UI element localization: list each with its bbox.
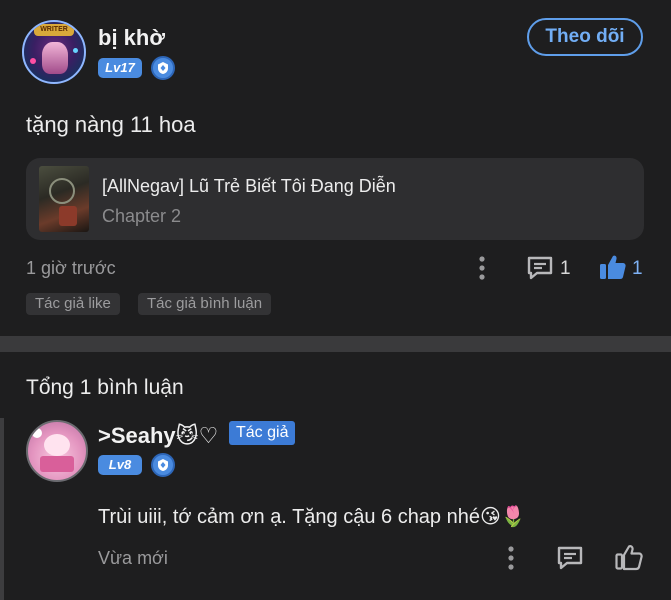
- author-badge: Tác giả: [229, 421, 296, 445]
- follow-button[interactable]: Theo dõi: [527, 18, 643, 56]
- cover-art: [49, 178, 75, 204]
- thumbs-up-icon[interactable]: [598, 252, 628, 282]
- avatar-decoration: [32, 428, 42, 438]
- comment-time: Vừa mới: [98, 548, 168, 568]
- post-username[interactable]: bị khờ: [98, 25, 165, 51]
- story-card[interactable]: [AllNegav] Lũ Trẻ Biết Tôi Đang Diễn Cha…: [26, 158, 644, 240]
- more-vertical-icon[interactable]: [501, 544, 521, 572]
- post-text: tặng nàng 11 hoa: [26, 112, 196, 137]
- level-badge: Lv17: [98, 58, 142, 78]
- tag-author-comment[interactable]: Tác giả bình luận: [138, 293, 272, 315]
- comment-icon[interactable]: [526, 254, 554, 282]
- avatar-decoration: [73, 48, 78, 53]
- reply-icon[interactable]: [556, 544, 584, 572]
- comment-avatar[interactable]: [26, 420, 88, 482]
- post-time: 1 giờ trước: [26, 258, 116, 278]
- tag-author-like[interactable]: Tác giả like: [26, 293, 120, 315]
- scrollbar[interactable]: [0, 418, 4, 600]
- avatar-writer-frame: WRITER: [34, 24, 74, 36]
- thumbs-up-icon[interactable]: [614, 542, 644, 572]
- avatar-decoration: [30, 58, 36, 64]
- avatar-decoration: [40, 456, 74, 472]
- section-divider: [0, 336, 671, 352]
- shield-icon: [151, 56, 175, 80]
- more-vertical-icon[interactable]: [472, 254, 492, 282]
- story-chapter: Chapter 2: [102, 206, 182, 226]
- like-count: 1: [632, 258, 643, 279]
- level-badge: Lv8: [98, 455, 142, 475]
- comments-total: Tổng 1 bình luận: [26, 376, 184, 399]
- story-title: [AllNegav] Lũ Trẻ Biết Tôi Đang Diễn: [102, 176, 396, 196]
- comment-text: Trùi uiii, tớ cảm ơn ạ. Tặng cậu 6 chap …: [98, 506, 526, 528]
- story-cover-image: [39, 166, 89, 232]
- avatar-figure: [44, 434, 70, 456]
- shield-icon: [151, 453, 175, 477]
- avatar-figure: [42, 42, 68, 74]
- comment-username[interactable]: >Seahy😼♡: [98, 423, 218, 449]
- cover-art: [59, 206, 77, 226]
- post-avatar[interactable]: WRITER: [22, 20, 86, 84]
- comment-count: 1: [560, 258, 571, 279]
